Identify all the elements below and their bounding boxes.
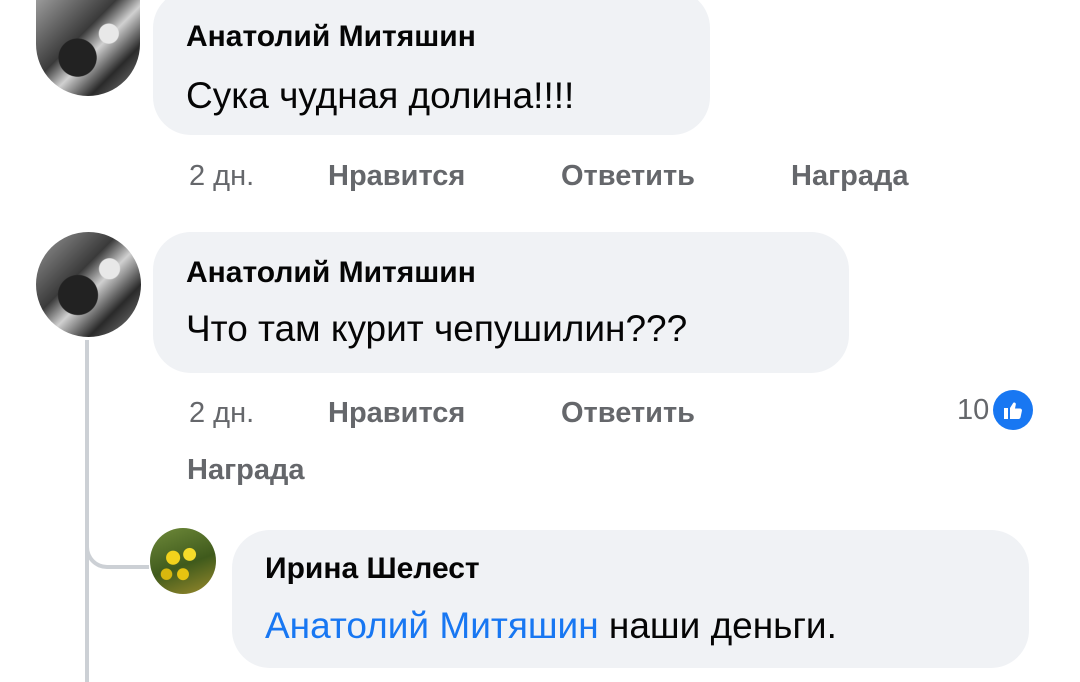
like-icon bbox=[993, 390, 1034, 430]
avatar[interactable] bbox=[36, 232, 141, 337]
reply-text: Анатолий Митяшин наши деньги. bbox=[265, 605, 837, 647]
reply-author[interactable]: Ирина Шелест bbox=[265, 552, 480, 586]
comment-timestamp[interactable]: 2 дн. bbox=[189, 160, 254, 193]
thread-line bbox=[85, 340, 89, 682]
like-button[interactable]: Нравится bbox=[328, 397, 465, 430]
like-button[interactable]: Нравится bbox=[328, 160, 465, 193]
reply-text-body: наши деньги. bbox=[608, 605, 837, 646]
reply-button[interactable]: Ответить bbox=[561, 397, 695, 430]
avatar[interactable] bbox=[36, 0, 140, 96]
comment-text: Сука чудная долина!!!! bbox=[186, 75, 575, 116]
comment-timestamp[interactable]: 2 дн. bbox=[189, 397, 254, 430]
award-button[interactable]: Награда bbox=[791, 160, 909, 193]
comment-text: Что там курит чепушилин??? bbox=[186, 308, 688, 349]
reaction-count: 10 bbox=[957, 393, 990, 426]
avatar[interactable] bbox=[150, 528, 216, 594]
award-button[interactable]: Награда bbox=[187, 454, 305, 487]
reaction-summary[interactable]: 10 bbox=[957, 390, 1034, 430]
comment-bubble bbox=[153, 232, 849, 373]
comment-author[interactable]: Анатолий Митяшин bbox=[186, 256, 476, 290]
comment-author[interactable]: Анатолий Митяшин bbox=[186, 20, 476, 54]
reply-bubble bbox=[232, 530, 1029, 668]
thread-branch bbox=[85, 515, 149, 569]
reply-button[interactable]: Ответить bbox=[561, 160, 695, 193]
mention-link[interactable]: Анатолий Митяшин bbox=[265, 605, 599, 646]
